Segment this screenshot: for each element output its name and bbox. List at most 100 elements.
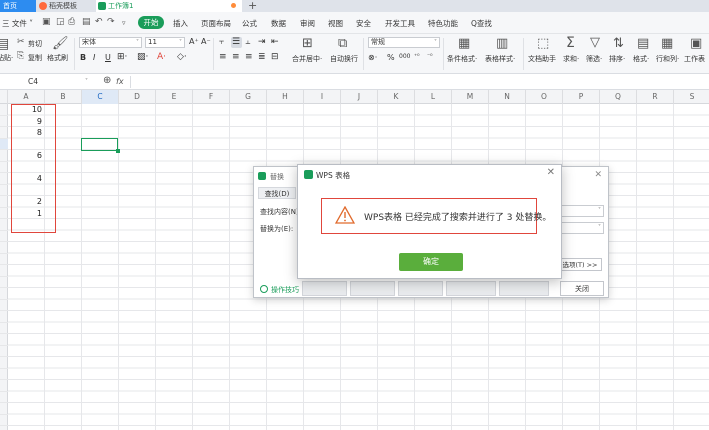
column-header-d[interactable]: D	[119, 90, 156, 104]
shrink-font-icon[interactable]: A⁻	[201, 37, 211, 46]
align-top-icon[interactable]: ⫟	[219, 37, 224, 47]
column-header-i[interactable]: I	[304, 90, 341, 104]
row-column-button[interactable]: 行和列·	[656, 54, 679, 64]
paste-button[interactable]: 粘贴·	[0, 53, 13, 63]
bold-icon[interactable]: B	[80, 53, 86, 62]
align-bottom-icon[interactable]: ⫠	[245, 37, 250, 47]
row-header[interactable]	[0, 116, 8, 127]
grow-font-icon[interactable]: A⁺	[189, 37, 199, 46]
column-header-p[interactable]: P	[563, 90, 600, 104]
distribute-icon[interactable]: ⊟	[271, 52, 279, 62]
row-header[interactable]	[0, 150, 8, 162]
menu-view[interactable]: 视图	[328, 18, 343, 29]
row-header[interactable]	[0, 231, 8, 242]
wrap-text-button[interactable]: 自动换行	[330, 54, 358, 64]
increase-decimal-icon[interactable]: ⁺⁰	[414, 53, 420, 60]
sort-button[interactable]: 排序·	[609, 54, 625, 64]
close-icon[interactable]: ✕	[594, 170, 602, 180]
align-left-icon[interactable]: ≡	[219, 52, 227, 62]
redo-icon[interactable]: ↷	[107, 17, 115, 27]
new-tab-icon[interactable]: +	[248, 0, 257, 12]
column-header-h[interactable]: H	[267, 90, 304, 104]
row-header[interactable]	[0, 403, 8, 415]
copy-button[interactable]: 复制	[28, 53, 42, 63]
selected-cell-c4[interactable]	[81, 138, 120, 153]
menu-data[interactable]: 数据	[271, 18, 286, 29]
format-icon[interactable]: ▤	[637, 37, 649, 50]
row-header[interactable]	[0, 277, 8, 288]
cut-icon[interactable]: ✂	[17, 38, 25, 47]
align-middle-icon[interactable]: ☰	[232, 37, 240, 47]
column-header-m[interactable]: M	[452, 90, 489, 104]
row-header[interactable]	[0, 138, 8, 150]
file-menu[interactable]: 三 文件 ˅	[2, 18, 33, 29]
currency-icon[interactable]: ⊗·	[368, 53, 377, 62]
fill-handle[interactable]	[116, 149, 120, 153]
column-header-k[interactable]: K	[378, 90, 415, 104]
outdent-icon[interactable]: ⇤	[271, 37, 279, 47]
undo-icon[interactable]: ↶	[95, 17, 103, 27]
row-header[interactable]	[0, 242, 8, 254]
menu-features[interactable]: 特色功能	[428, 18, 458, 29]
row-header[interactable]	[0, 346, 8, 357]
column-header-n[interactable]: N	[489, 90, 526, 104]
column-header-q[interactable]: Q	[600, 90, 637, 104]
table-style-button[interactable]: 表格样式·	[485, 54, 515, 64]
tips-link[interactable]: 操作技巧	[260, 285, 299, 295]
conditional-format-icon[interactable]: ▦	[458, 37, 470, 50]
find-input[interactable]: ˅	[560, 205, 604, 217]
menu-start[interactable]: 开始	[138, 16, 164, 29]
function-icon[interactable]: fx	[116, 77, 124, 86]
column-header-c[interactable]: C	[82, 90, 119, 104]
fill-color-icon[interactable]: ▨·	[137, 52, 148, 62]
tab-home[interactable]: 首页	[0, 0, 36, 12]
row-header[interactable]	[0, 380, 8, 392]
column-header-e[interactable]: E	[156, 90, 193, 104]
percent-icon[interactable]: %	[387, 53, 395, 62]
italic-icon[interactable]: I	[93, 53, 95, 62]
align-center-icon[interactable]: ≡	[232, 52, 240, 62]
save-icon[interactable]: ▣	[42, 17, 51, 27]
find-all-button[interactable]	[398, 281, 443, 296]
wrap-text-icon[interactable]: ⧉	[338, 37, 347, 50]
number-format-select[interactable]: 常规 ˅	[368, 37, 440, 48]
clear-format-icon[interactable]: ◇·	[177, 52, 187, 62]
close-icon[interactable]: ✕	[547, 167, 555, 178]
font-color-icon[interactable]: A·	[157, 52, 166, 62]
sum-icon[interactable]: Σ	[566, 36, 575, 50]
formula-input[interactable]	[130, 76, 709, 88]
column-header-f[interactable]: F	[193, 90, 230, 104]
replace-button[interactable]	[350, 281, 395, 296]
row-header[interactable]	[0, 334, 8, 346]
row-header[interactable]	[0, 208, 8, 219]
column-header-j[interactable]: J	[341, 90, 378, 104]
menu-security[interactable]: 安全	[356, 18, 371, 29]
sum-button[interactable]: 求和·	[563, 54, 579, 64]
close-button[interactable]: 关闭	[560, 281, 604, 296]
border-icon[interactable]: ⊞·	[117, 52, 127, 62]
replace-all-button[interactable]	[302, 281, 347, 296]
row-header[interactable]	[0, 311, 8, 323]
table-style-icon[interactable]: ▥	[496, 37, 508, 50]
column-header-b[interactable]: B	[45, 90, 82, 104]
merge-center-icon[interactable]: ⊞	[302, 37, 313, 50]
find-next-button[interactable]	[499, 281, 549, 296]
row-header[interactable]	[0, 300, 8, 311]
row-header[interactable]	[0, 196, 8, 208]
ok-button[interactable]: 确定	[399, 253, 463, 271]
doc-helper-button[interactable]: 文档助手	[528, 54, 556, 64]
row-header[interactable]	[0, 426, 8, 430]
row-column-icon[interactable]: ▦	[661, 37, 673, 50]
paste-icon[interactable]: ▤	[0, 37, 9, 51]
row-header[interactable]	[0, 415, 8, 426]
conditional-format-button[interactable]: 条件格式·	[447, 54, 477, 64]
row-header[interactable]	[0, 392, 8, 403]
menu-developer[interactable]: 开发工具	[385, 18, 415, 29]
column-header-a[interactable]: A	[8, 90, 45, 104]
column-header-r[interactable]: R	[637, 90, 674, 104]
filter-icon[interactable]: ▽	[590, 36, 600, 49]
filter-button[interactable]: 筛选·	[586, 54, 602, 64]
row-header[interactable]	[0, 162, 8, 173]
replace-input[interactable]: ˅	[560, 222, 604, 234]
format-painter-icon[interactable]: 🖌	[52, 37, 69, 50]
